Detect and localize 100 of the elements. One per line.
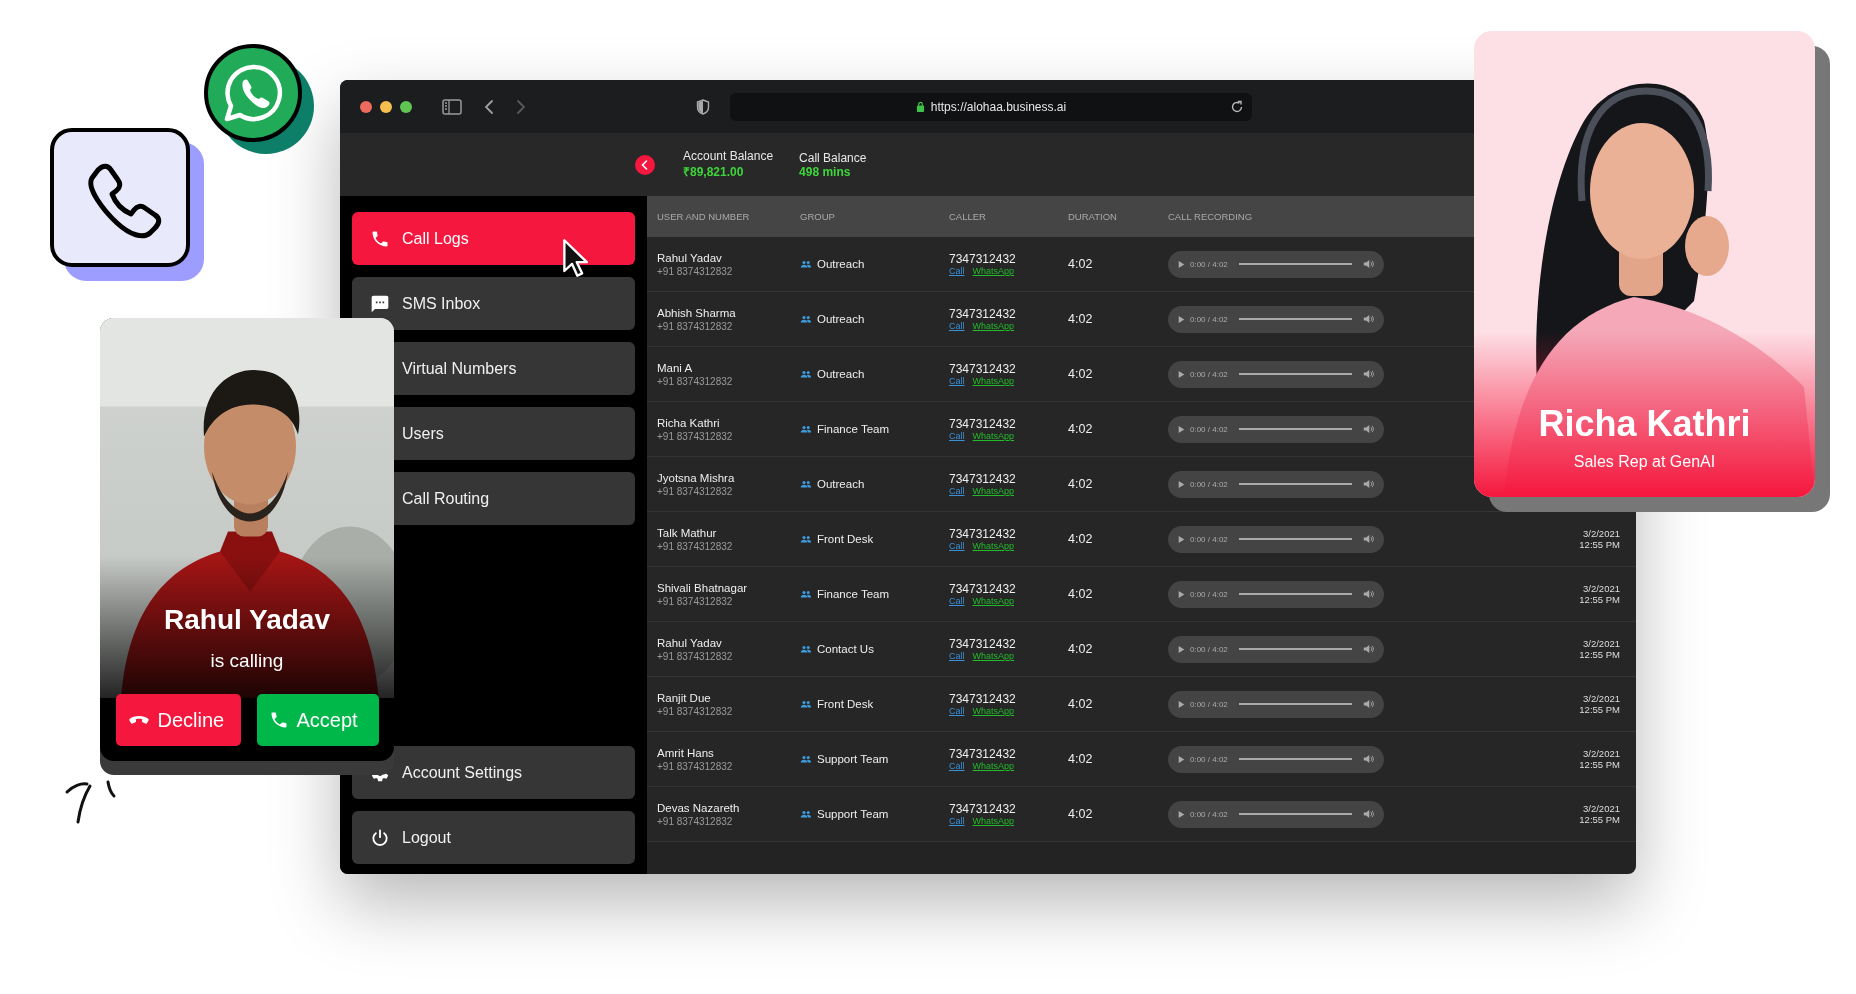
duration: 4:02 — [1068, 807, 1094, 821]
audio-player[interactable]: 0:00 / 4:02 — [1168, 800, 1384, 828]
collapse-button[interactable] — [635, 154, 655, 175]
maximize-button[interactable] — [400, 100, 412, 113]
minimize-button[interactable] — [380, 100, 392, 113]
call-link[interactable]: Call — [949, 431, 965, 441]
volume-icon[interactable] — [1363, 314, 1374, 324]
audio-player[interactable]: 0:00 / 4:02 — [1168, 635, 1384, 663]
message-icon — [370, 293, 390, 314]
sidebar-toggle-icon[interactable] — [442, 98, 462, 115]
nav-item[interactable]: Logout — [352, 811, 635, 864]
audio-player[interactable]: 0:00 / 4:02 — [1168, 250, 1384, 278]
volume-icon[interactable] — [1363, 424, 1374, 434]
url-text: https://alohaa.business.ai — [930, 99, 1067, 114]
back-icon[interactable] — [484, 98, 494, 115]
balance-label: Call Balance — [799, 150, 867, 165]
forward-icon[interactable] — [516, 98, 526, 115]
group-name: Finance Team — [817, 423, 890, 435]
play-icon[interactable] — [1178, 589, 1185, 599]
audio-player[interactable]: 0:00 / 4:02 — [1168, 360, 1384, 388]
user-name: Ranjit Due — [657, 691, 712, 704]
caller-number: 7347312432 — [949, 637, 1017, 651]
audio-player[interactable]: 0:00 / 4:02 — [1168, 305, 1384, 333]
column-header: GROUP — [800, 211, 836, 222]
caller-number: 7347312432 — [949, 362, 1017, 376]
volume-icon[interactable] — [1363, 754, 1374, 764]
nav-item[interactable]: Call Logs — [352, 212, 635, 265]
audio-player[interactable]: 0:00 / 4:02 — [1168, 525, 1384, 553]
group-name: Outreach — [817, 368, 865, 380]
whatsapp-link[interactable]: WhatsApp — [972, 431, 1015, 441]
play-icon[interactable] — [1178, 424, 1185, 434]
play-icon[interactable] — [1178, 314, 1185, 324]
group-icon — [800, 590, 812, 598]
call-link[interactable]: Call — [949, 266, 965, 276]
caller-number: 7347312432 — [949, 472, 1017, 486]
call-status: is calling — [210, 650, 284, 672]
whatsapp-link[interactable]: WhatsApp — [972, 706, 1015, 716]
whatsapp-link[interactable]: WhatsApp — [972, 486, 1015, 496]
volume-icon[interactable] — [1363, 479, 1374, 489]
group-name: Front Desk — [817, 698, 874, 710]
volume-icon[interactable] — [1363, 589, 1374, 599]
user-name: Jyotsna Mishra — [657, 471, 736, 484]
call-link[interactable]: Call — [949, 376, 965, 386]
shield-icon[interactable] — [696, 98, 710, 115]
call-link[interactable]: Call — [949, 486, 965, 496]
playback-time: 0:00 / 4:02 — [1190, 589, 1228, 599]
nav-item[interactable]: SMS Inbox — [352, 277, 635, 330]
accept-button[interactable]: Accept — [256, 694, 379, 746]
user-number: +91 8374312832 — [657, 595, 734, 607]
call-date: 3/2/2021 — [1583, 803, 1620, 814]
phone-icon — [50, 128, 206, 283]
audio-player[interactable]: 0:00 / 4:02 — [1168, 690, 1384, 718]
play-icon[interactable] — [1178, 259, 1185, 269]
decline-button[interactable]: Decline — [115, 694, 241, 746]
call-link[interactable]: Call — [949, 651, 965, 661]
address-field[interactable]: https://alohaa.business.ai — [730, 92, 1252, 121]
whatsapp-link[interactable]: WhatsApp — [972, 541, 1015, 551]
close-button[interactable] — [360, 100, 372, 113]
audio-player[interactable]: 0:00 / 4:02 — [1168, 745, 1384, 773]
whatsapp-link[interactable]: WhatsApp — [972, 596, 1015, 606]
duration: 4:02 — [1068, 422, 1094, 436]
whatsapp-link[interactable]: WhatsApp — [972, 376, 1015, 386]
call-link[interactable]: Call — [949, 761, 965, 771]
call-link[interactable]: Call — [949, 541, 965, 551]
audio-player[interactable]: 0:00 / 4:02 — [1168, 415, 1384, 443]
whatsapp-link[interactable]: WhatsApp — [972, 816, 1015, 826]
whatsapp-link[interactable]: WhatsApp — [972, 651, 1015, 661]
caller-number: 7347312432 — [949, 802, 1017, 816]
whatsapp-link[interactable]: WhatsApp — [972, 321, 1015, 331]
volume-icon[interactable] — [1363, 644, 1374, 654]
play-icon[interactable] — [1178, 809, 1185, 819]
audio-player[interactable]: 0:00 / 4:02 — [1168, 470, 1384, 498]
call-link[interactable]: Call — [949, 706, 965, 716]
call-time: 12:55 PM — [1579, 704, 1620, 715]
call-link[interactable]: Call — [949, 596, 965, 606]
duration: 4:02 — [1068, 532, 1094, 546]
call-link[interactable]: Call — [949, 816, 965, 826]
volume-icon[interactable] — [1363, 259, 1374, 269]
play-icon[interactable] — [1178, 699, 1185, 709]
volume-icon[interactable] — [1363, 699, 1374, 709]
balance-value: ₹89,821.00 — [683, 164, 745, 180]
play-icon[interactable] — [1178, 369, 1185, 379]
nav-item[interactable]: Account Settings — [352, 746, 635, 799]
duration: 4:02 — [1068, 312, 1094, 326]
reload-icon[interactable] — [1230, 99, 1244, 114]
play-icon[interactable] — [1178, 534, 1185, 544]
person-name: Richa Kathri — [1538, 403, 1751, 445]
caller-number: 7347312432 — [949, 527, 1017, 541]
play-icon[interactable] — [1178, 754, 1185, 764]
play-icon[interactable] — [1178, 479, 1185, 489]
volume-icon[interactable] — [1363, 534, 1374, 544]
group-icon — [800, 535, 812, 543]
audio-player[interactable]: 0:00 / 4:02 — [1168, 580, 1384, 608]
volume-icon[interactable] — [1363, 809, 1374, 819]
whatsapp-link[interactable]: WhatsApp — [972, 266, 1015, 276]
whatsapp-link[interactable]: WhatsApp — [972, 761, 1015, 771]
user-name: Mani A — [657, 361, 694, 374]
call-link[interactable]: Call — [949, 321, 965, 331]
play-icon[interactable] — [1178, 644, 1185, 654]
volume-icon[interactable] — [1363, 369, 1374, 379]
